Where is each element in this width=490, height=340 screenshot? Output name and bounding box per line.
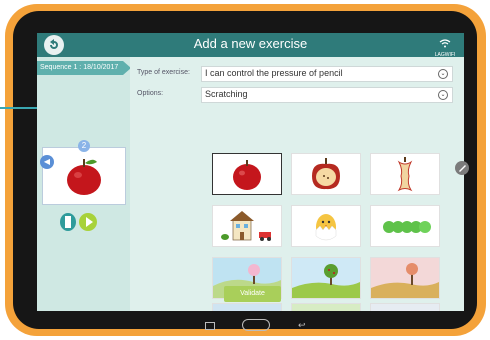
validate-button[interactable]: Validate (224, 286, 281, 302)
summer-tree-image (292, 258, 360, 298)
image-tile-apple-core[interactable] (370, 153, 440, 195)
sequence-sidebar: Sequence 1 : 18/10/2017 ◀ 2 (37, 57, 131, 311)
image-tile-green-caterpillar[interactable] (370, 205, 440, 247)
options-label: Options: (137, 90, 164, 97)
options-row: Options: Scratching ⌄ (130, 86, 464, 103)
top-bar: Add a new exercise LAGWIFI (37, 33, 464, 58)
pencil-icon (459, 165, 466, 172)
home-button[interactable] (242, 319, 270, 331)
thumbnail-badge: 2 (78, 140, 90, 152)
apple-image (233, 160, 261, 190)
sequence-thumbnail[interactable]: ◀ 2 (40, 140, 126, 205)
chick-image (315, 214, 337, 241)
wifi-icon (439, 39, 451, 48)
exercise-type-value: I can control the pressure of pencil (205, 68, 343, 78)
image-tile-apple-red[interactable] (212, 153, 282, 195)
image-tile-partial[interactable] (212, 303, 282, 311)
autumn-tree-image (371, 258, 439, 298)
film-icon[interactable] (60, 213, 76, 231)
exercise-type-label: Type of exercise: (137, 69, 190, 76)
sequence-tab[interactable]: Sequence 1 : 18/10/2017 (37, 61, 131, 75)
exercise-form-panel: Type of exercise: I can control the pres… (130, 57, 464, 311)
recent-apps-icon[interactable] (205, 322, 215, 330)
exercise-type-select[interactable]: I can control the pressure of pencil ⌄ (201, 66, 453, 82)
apple-core-image (397, 157, 413, 192)
pen-icon[interactable] (455, 161, 469, 175)
app-screen: Add a new exercise LAGWIFI Sequence 1 : … (37, 33, 464, 311)
page-title: Add a new exercise (193, 36, 308, 51)
image-tile-apple-cut[interactable] (291, 153, 361, 195)
back-nav-icon[interactable]: ↩ (298, 320, 306, 331)
caterpillar-image (383, 221, 431, 233)
thumbnail-nav-icon[interactable]: ◀ (40, 155, 54, 169)
image-tile-partial[interactable] (370, 303, 440, 311)
image-tile-chick-in-egg[interactable] (291, 205, 361, 247)
options-select[interactable]: Scratching ⌄ (201, 87, 453, 103)
options-value: Scratching (205, 89, 248, 99)
wifi-status: LAGWIFI (434, 35, 456, 58)
chevron-down-icon: ⌄ (438, 69, 448, 79)
exercise-type-row: Type of exercise: I can control the pres… (130, 65, 464, 82)
play-icon[interactable] (79, 213, 97, 231)
chevron-down-icon: ⌄ (438, 90, 448, 100)
house-image (221, 211, 271, 241)
thumbnail-apple-image (67, 159, 101, 195)
image-tile-tree-summer[interactable] (291, 257, 361, 299)
image-tile-partial[interactable] (291, 303, 361, 311)
image-tile-house-and-car[interactable] (212, 205, 282, 247)
image-tile-tree-autumn[interactable] (370, 257, 440, 299)
cut-apple-image (312, 158, 340, 190)
